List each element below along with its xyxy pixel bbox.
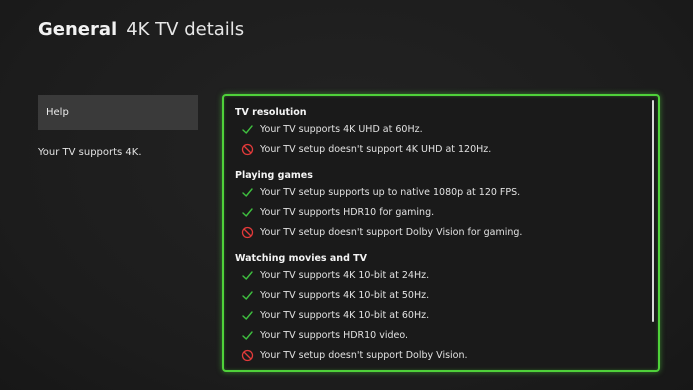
check-icon — [242, 330, 253, 340]
detail-row-supported: Your TV setup supports up to native 1080… — [241, 185, 520, 199]
detail-text: Your TV supports 4K 10-bit at 24Hz. — [260, 269, 430, 281]
check-icon — [242, 187, 253, 197]
detail-text: Your TV supports 4K 10-bit at 50Hz. — [260, 289, 430, 301]
page-title: 4K TV details — [126, 19, 245, 40]
check-icon — [242, 270, 253, 280]
detail-row-unsupported: Your TV setup doesn't support Dolby Visi… — [241, 225, 522, 239]
detail-row-supported: Your TV supports 4K UHD at 60Hz. — [241, 122, 423, 136]
check-icon — [242, 290, 253, 300]
section-heading: TV resolution — [235, 107, 307, 118]
detail-row-supported: Your TV supports 4K 10-bit at 24Hz. — [241, 268, 429, 282]
scrollbar[interactable] — [652, 100, 654, 322]
detail-row-unsupported: Your TV setup doesn't support Dolby Visi… — [241, 348, 468, 362]
section-heading: Playing games — [235, 170, 313, 181]
support-summary: Your TV supports 4K. — [38, 147, 142, 158]
detail-text: Your TV setup doesn't support Dolby Visi… — [260, 349, 468, 361]
detail-row-supported: Your TV supports 4K 10-bit at 60Hz. — [241, 308, 429, 322]
detail-text: Your TV supports HDR10 video. — [260, 329, 409, 341]
check-icon — [242, 310, 253, 320]
prohibited-icon — [241, 349, 254, 361]
prohibited-icon — [241, 226, 254, 238]
detail-text: Your TV supports 4K 10-bit at 60Hz. — [260, 309, 430, 321]
header-section-label: General — [38, 19, 118, 40]
check-icon — [242, 124, 253, 134]
tv-details-screen: General 4K TV details Help Your TV suppo… — [0, 0, 693, 390]
detail-row-unsupported: Your TV setup doesn't support 4K UHD at … — [241, 142, 491, 156]
detail-text: Your TV supports 4K UHD at 60Hz. — [260, 123, 423, 135]
details-panel[interactable]: TV resolution Your TV supports 4K UHD at … — [222, 94, 660, 372]
help-button-label: Help — [46, 107, 69, 118]
detail-row-supported: Your TV supports HDR10 for gaming. — [241, 205, 434, 219]
detail-row-supported: Your TV supports 4K 10-bit at 50Hz. — [241, 288, 429, 302]
detail-text: Your TV setup supports up to native 1080… — [260, 186, 521, 198]
detail-text: Your TV supports HDR10 for gaming. — [260, 206, 435, 218]
detail-text: Your TV setup doesn't support 4K UHD at … — [260, 143, 492, 155]
detail-row-supported: Your TV supports HDR10 video. — [241, 328, 408, 342]
page-header: General 4K TV details — [38, 19, 244, 45]
prohibited-icon — [241, 143, 254, 155]
section-heading: Watching movies and TV — [235, 253, 368, 264]
help-button[interactable]: Help — [38, 95, 198, 130]
detail-text: Your TV setup doesn't support Dolby Visi… — [260, 226, 523, 238]
check-icon — [242, 207, 253, 217]
